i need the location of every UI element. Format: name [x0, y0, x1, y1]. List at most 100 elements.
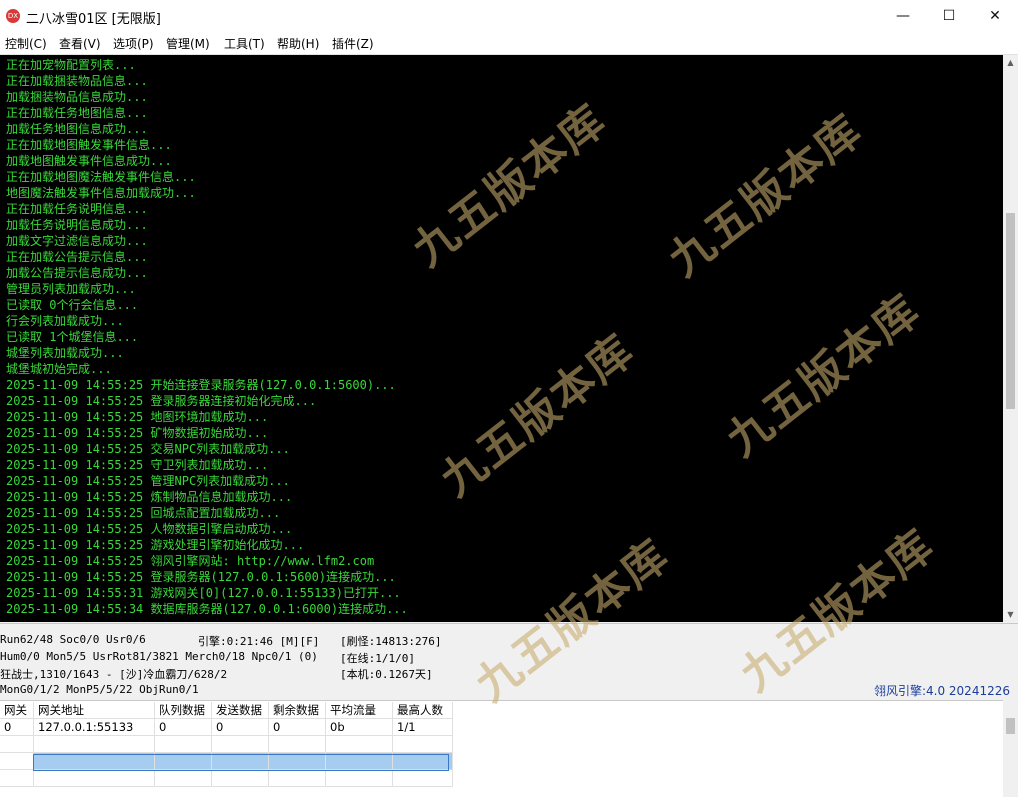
log-line: 2025-11-09 14:55:25 人物数据引擎启动成功... [6, 522, 293, 536]
log-line: 正在加宠物配置列表... [6, 58, 136, 72]
log-line: 2025-11-09 14:55:25 管理NPC列表加载成功... [6, 474, 290, 488]
log-line: 2025-11-09 14:55:25 地图环境加载成功... [6, 410, 269, 424]
header-address[interactable]: 网关地址 [33, 702, 155, 719]
menu-options[interactable]: 选项(P) [113, 35, 154, 52]
header-max-users[interactable]: 最高人数 [392, 702, 453, 719]
engine-version: 翎风引擎:4.0 20241226 [873, 684, 1010, 698]
table-row[interactable] [0, 735, 453, 753]
table-row-selected[interactable] [0, 752, 453, 770]
log-line: 2025-11-09 14:55:25 登录服务器连接初始化完成... [6, 394, 317, 408]
menu-view[interactable]: 查看(V) [59, 35, 101, 52]
table-header-row: 网关 网关地址 队列数据 发送数据 剩余数据 平均流量 最高人数 [0, 702, 453, 719]
cell-address [33, 752, 155, 770]
status-local: [本机:0.1267天] [340, 668, 433, 681]
log-line: 行会列表加载成功... [6, 314, 124, 328]
log-line: 2025-11-09 14:55:25 矿物数据初始成功... [6, 426, 269, 440]
cell-queue [154, 752, 212, 770]
log-line: 2025-11-09 14:55:25 翎风引擎网站: http://www.l… [6, 554, 375, 568]
cell-remaining: 0 [268, 718, 326, 736]
status-run: Run62/48 Soc0/0 Usr0/6 [0, 633, 146, 646]
cell-remaining [268, 735, 326, 753]
log-line: 2025-11-09 14:55:34 数据库服务器(127.0.0.1:600… [6, 602, 408, 616]
gateway-grid: 网关 网关地址 队列数据 发送数据 剩余数据 平均流量 最高人数 0 127.0… [0, 700, 1003, 797]
cell-remaining [268, 752, 326, 770]
header-queue[interactable]: 队列数据 [154, 702, 212, 719]
log-line: 2025-11-09 14:55:25 交易NPC列表加载成功... [6, 442, 290, 456]
cell-address [33, 735, 155, 753]
scroll-thumb[interactable] [1006, 213, 1015, 409]
scroll-up-icon[interactable]: ▲ [1003, 55, 1018, 70]
log-line: 正在加载地图触发事件信息... [6, 138, 172, 152]
header-sent[interactable]: 发送数据 [211, 702, 269, 719]
cell-avg-traffic [325, 769, 393, 787]
status-hum: Hum0/0 Mon5/5 UsrRot81/3821 Merch0/18 Np… [0, 650, 318, 663]
app-icon: DX [6, 9, 20, 23]
log-line: 2025-11-09 14:55:25 登录服务器(127.0.0.1:5600… [6, 570, 396, 584]
menu-control[interactable]: 控制(C) [5, 35, 47, 52]
log-line: 加载任务说明信息成功... [6, 218, 148, 232]
log-line: 正在加载任务说明信息... [6, 202, 148, 216]
cell-sent: 0 [211, 718, 269, 736]
header-avg-traffic[interactable]: 平均流量 [325, 702, 393, 719]
log-line: 2025-11-09 14:55:25 开始连接登录服务器(127.0.0.1:… [6, 378, 396, 392]
log-line: 城堡列表加载成功... [6, 346, 124, 360]
cell-sent [211, 752, 269, 770]
status-mon: MonG0/1/2 MonP5/5/22 ObjRun0/1 [0, 683, 199, 696]
menu-plugins[interactable]: 插件(Z) [332, 35, 374, 52]
table-row[interactable] [0, 769, 453, 787]
cell-max-users [392, 769, 453, 787]
log-line: 加载公告提示信息成功... [6, 266, 148, 280]
grid-scrollbar[interactable] [1003, 700, 1018, 796]
cell-avg-traffic [325, 752, 393, 770]
log-line: 管理员列表加载成功... [6, 282, 136, 296]
status-online: [在线:1/1/0] [340, 652, 415, 665]
cell-address: 127.0.0.1:55133 [33, 718, 155, 736]
log-line: 加载任务地图信息成功... [6, 122, 148, 136]
cell-queue [154, 769, 212, 787]
close-button[interactable]: ✕ [972, 0, 1018, 32]
log-line: 加载捆装物品信息成功... [6, 90, 148, 104]
header-gateway[interactable]: 网关 [0, 702, 34, 719]
log-line: 2025-11-09 14:55:25 游戏处理引擎初始化成功... [6, 538, 305, 552]
cell-sent [211, 735, 269, 753]
log-line: 2025-11-09 14:55:25 炼制物品信息加载成功... [6, 490, 293, 504]
status-refresh: [刷怪:14813:276] [340, 635, 442, 648]
log-line: 正在加载公告提示信息... [6, 250, 148, 264]
header-remaining[interactable]: 剩余数据 [268, 702, 326, 719]
cell-queue: 0 [154, 718, 212, 736]
status-char: 狂战士,1310/1643 - [沙]冷血霸刀/628/2 [0, 668, 228, 681]
log-line: 已读取 0个行会信息... [6, 298, 139, 312]
log-line: 正在加载捆装物品信息... [6, 74, 148, 88]
log-line: 已读取 1个城堡信息... [6, 330, 139, 344]
grid-scroll-thumb[interactable] [1006, 718, 1015, 734]
menu-help[interactable]: 帮助(H) [277, 35, 319, 52]
cell-queue [154, 735, 212, 753]
cell-gateway [0, 769, 34, 787]
window-title: 二八冰雪01区 [无限版] [26, 12, 161, 27]
log-scrollbar[interactable]: ▲ ▼ [1003, 55, 1018, 622]
menu-manage[interactable]: 管理(M) [166, 35, 210, 52]
log-line: 城堡城初始完成... [6, 362, 112, 376]
title-bar: DX 二八冰雪01区 [无限版] — ☐ ✕ [0, 0, 1018, 32]
scroll-down-icon[interactable]: ▼ [1003, 607, 1018, 622]
log-console[interactable]: 正在加宠物配置列表... 正在加载捆装物品信息... 加载捆装物品信息成功... 正在… [0, 55, 1003, 622]
log-line: 地图魔法触发事件信息加载成功... [6, 186, 196, 200]
cell-gateway [0, 735, 34, 753]
cell-address [33, 769, 155, 787]
log-line: 加载地图触发事件信息成功... [6, 154, 172, 168]
cell-max-users: 1/1 [392, 718, 453, 736]
log-line: 加载文字过滤信息成功... [6, 234, 148, 248]
cell-gateway: 0 [0, 718, 34, 736]
gateway-table: 网关 网关地址 队列数据 发送数据 剩余数据 平均流量 最高人数 0 127.0… [0, 702, 453, 787]
log-line: 2025-11-09 14:55:31 游戏网关[0](127.0.0.1:55… [6, 586, 401, 600]
cell-sent [211, 769, 269, 787]
cell-gateway [0, 752, 34, 770]
minimize-button[interactable]: — [880, 0, 926, 32]
log-line: 2025-11-09 14:55:25 回城点配置加载成功... [6, 506, 281, 520]
maximize-button[interactable]: ☐ [926, 0, 972, 32]
status-panel: Run62/48 Soc0/0 Usr0/6 引擎:0:21:46 [M][F]… [0, 623, 1018, 700]
log-line: 2025-11-09 14:55:25 守卫列表加载成功... [6, 458, 269, 472]
menu-tools[interactable]: 工具(T) [224, 35, 265, 52]
log-line: 正在加载任务地图信息... [6, 106, 148, 120]
table-row[interactable]: 0 127.0.0.1:55133 0 0 0 0b 1/1 [0, 718, 453, 736]
